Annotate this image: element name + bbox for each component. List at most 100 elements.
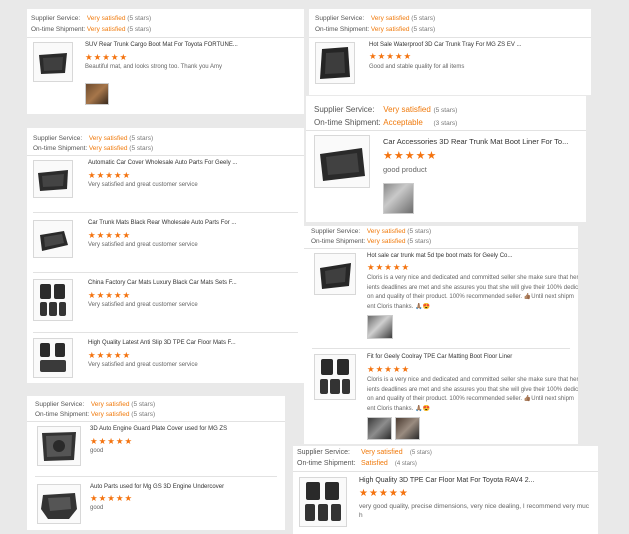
ontime-shipment-label: On-time Shipment:	[311, 238, 366, 245]
supplier-service-value: Very satisfied	[90, 401, 130, 408]
rating-stars: ★★★★★	[88, 230, 132, 240]
supplier-service-label: Supplier Service:	[33, 135, 83, 142]
product-thumbnail[interactable]	[33, 279, 73, 321]
trunk-mat-icon	[320, 148, 365, 181]
product-thumbnail[interactable]	[299, 477, 347, 527]
product-title[interactable]: Car Trunk Mats Black Rear Wholesale Auto…	[88, 220, 236, 226]
supplier-service-row: Supplier Service: Very satisfied (5 star…	[33, 135, 153, 142]
product-thumbnail[interactable]	[315, 42, 355, 84]
ontime-shipment-stars: (4 stars)	[394, 461, 417, 467]
supplier-service-row: Supplier Service: Very satisfied (5 star…	[297, 449, 432, 456]
product-thumbnail[interactable]	[314, 253, 356, 295]
ontime-shipment-row: On-time Shipment: Satisfied (4 stars)	[297, 460, 417, 467]
right-panel-4: Supplier Service: Very satisfied (5 star…	[293, 446, 598, 534]
product-thumbnail[interactable]	[33, 220, 73, 258]
product-title[interactable]: Car Accessories 3D Rear Trunk Mat Boot L…	[383, 137, 568, 146]
supplier-service-row: Supplier Service: Very satisfied (5 star…	[314, 105, 457, 114]
product-title[interactable]: Hot Sale Waterproof 3D Car Trunk Tray Fo…	[369, 42, 522, 48]
product-title[interactable]: 3D Auto Engine Guard Plate Cover used fo…	[90, 426, 227, 432]
supplier-service-stars: (5 stars)	[409, 450, 432, 456]
product-thumbnail[interactable]	[314, 354, 356, 400]
review-line: ent Cloris thanks. 🙏🏽😍	[367, 405, 430, 412]
product-thumbnail[interactable]	[37, 426, 81, 466]
product-title[interactable]: Automatic Car Cover Wholesale Auto Parts…	[88, 160, 237, 166]
trunk-mat-icon	[38, 170, 68, 191]
trunk-tray-icon	[320, 47, 350, 79]
product-title[interactable]: Hot sale car trunk mat 5d tpe boot mats …	[367, 253, 512, 259]
supplier-service-stars: (5 stars)	[129, 135, 154, 142]
rating-stars: ★★★★★	[367, 262, 411, 272]
ontime-shipment-row: On-time Shipment: Very satisfied (5 star…	[33, 145, 153, 152]
product-thumbnail[interactable]	[37, 484, 81, 524]
review-text: good	[90, 505, 104, 511]
left-panel-top: Supplier Service: Very satisfied (5 star…	[27, 9, 304, 114]
review-text: very good quality, precise dimensions, v…	[359, 502, 595, 520]
left-panel-bottom: Supplier Service: Very satisfied (5 star…	[27, 396, 285, 530]
ontime-shipment-stars: (5 stars)	[127, 26, 152, 33]
product-title[interactable]: High Quality 3D TPE Car Floor Mat For To…	[359, 477, 534, 484]
product-thumbnail[interactable]	[33, 160, 73, 198]
supplier-service-value: Very satisfied	[360, 449, 403, 456]
supplier-service-label: Supplier Service:	[31, 15, 81, 22]
product-title[interactable]: China Factory Car Mats Luxury Black Car …	[88, 280, 237, 286]
trunk-mat-icon	[320, 263, 351, 289]
review-text: Good and stable quality for all items	[369, 64, 465, 70]
review-photo[interactable]	[367, 315, 393, 339]
floor-mat-set-icon	[40, 343, 66, 372]
rating-stars: ★★★★★	[88, 170, 132, 180]
rating-stars: ★★★★★	[85, 52, 129, 62]
review-line: on and quality of their product. 100% re…	[367, 294, 574, 300]
left-panel-middle: Supplier Service: Very satisfied (5 star…	[27, 128, 304, 383]
review-text: Cloris is a very nice and dedicated and …	[367, 376, 578, 414]
trunk-mat-icon	[40, 231, 68, 251]
supplier-service-value: Very satisfied	[383, 105, 431, 114]
supplier-service-stars: (5 stars)	[127, 15, 152, 22]
supplier-service-label: Supplier Service:	[297, 449, 350, 456]
review-photo[interactable]	[85, 83, 109, 105]
engine-guard-icon	[42, 432, 76, 461]
right-panel-2: Supplier Service: Very satisfied (5 star…	[306, 96, 586, 222]
review-photo[interactable]	[367, 417, 392, 440]
rating-stars: ★★★★★	[369, 51, 413, 61]
ontime-shipment-stars: (3 stars)	[433, 120, 458, 127]
supplier-service-row: Supplier Service: Very satisfied (5 star…	[31, 15, 151, 22]
floor-mat-set-icon	[305, 482, 341, 521]
supplier-service-row: Supplier Service: Very satisfied (5 star…	[311, 228, 431, 235]
product-title[interactable]: SUV Rear Trunk Cargo Boot Mat For Toyota…	[85, 42, 238, 48]
review-text: Very satisfied and great customer servic…	[88, 182, 198, 188]
ontime-shipment-value: Very satisfied	[366, 238, 406, 245]
supplier-service-value: Very satisfied	[370, 15, 410, 22]
review-text: Beautiful mat, and looks strong too. Tha…	[85, 64, 222, 70]
product-title[interactable]: Auto Parts used for Mg GS 3D Engine Unde…	[90, 484, 224, 490]
review-line: ients deadlines are met and she assures …	[367, 386, 578, 393]
supplier-service-value: Very satisfied	[88, 135, 128, 142]
review-photo[interactable]	[395, 417, 420, 440]
ontime-shipment-label: On-time Shipment:	[314, 118, 381, 127]
review-text: Very satisfied and great customer servic…	[88, 362, 198, 368]
rating-stars: ★★★★★	[88, 350, 132, 360]
rating-stars: ★★★★★	[359, 488, 409, 499]
floor-mat-set-icon	[40, 284, 66, 316]
product-thumbnail[interactable]	[314, 135, 370, 188]
review-text: Very satisfied and great customer servic…	[88, 302, 198, 308]
supplier-service-stars: (5 stars)	[411, 15, 436, 22]
supplier-service-row: Supplier Service: Very satisfied (5 star…	[315, 15, 435, 22]
engine-guard-icon	[41, 493, 77, 519]
review-photo[interactable]	[383, 183, 414, 214]
right-panel-1: Supplier Service: Very satisfied (5 star…	[309, 9, 591, 95]
review-line: ent Cloris thanks. 🙏🏽😍	[367, 303, 430, 310]
supplier-service-label: Supplier Service:	[315, 15, 365, 22]
ontime-shipment-row: On-time Shipment: Acceptable (3 stars)	[314, 118, 457, 127]
review-line: very good quality, precise dimensions, v…	[359, 503, 590, 510]
right-panel-3: Supplier Service: Very satisfied (5 star…	[304, 226, 578, 444]
product-title[interactable]: Fit for Geely Coolray TPE Car Matting Bo…	[367, 354, 512, 360]
ontime-shipment-label: On-time Shipment:	[31, 26, 86, 33]
product-title[interactable]: High Quality Latest Anti Slip 3D TPE Car…	[88, 340, 236, 346]
review-text: good	[90, 448, 104, 454]
review-text: Very satisfied and great customer servic…	[88, 242, 198, 248]
rating-stars: ★★★★★	[88, 290, 132, 300]
review-line: ients deadlines are met and she assures …	[367, 284, 578, 291]
product-thumbnail[interactable]	[33, 42, 73, 82]
ontime-shipment-label: On-time Shipment:	[33, 145, 88, 152]
product-thumbnail[interactable]	[33, 338, 73, 378]
